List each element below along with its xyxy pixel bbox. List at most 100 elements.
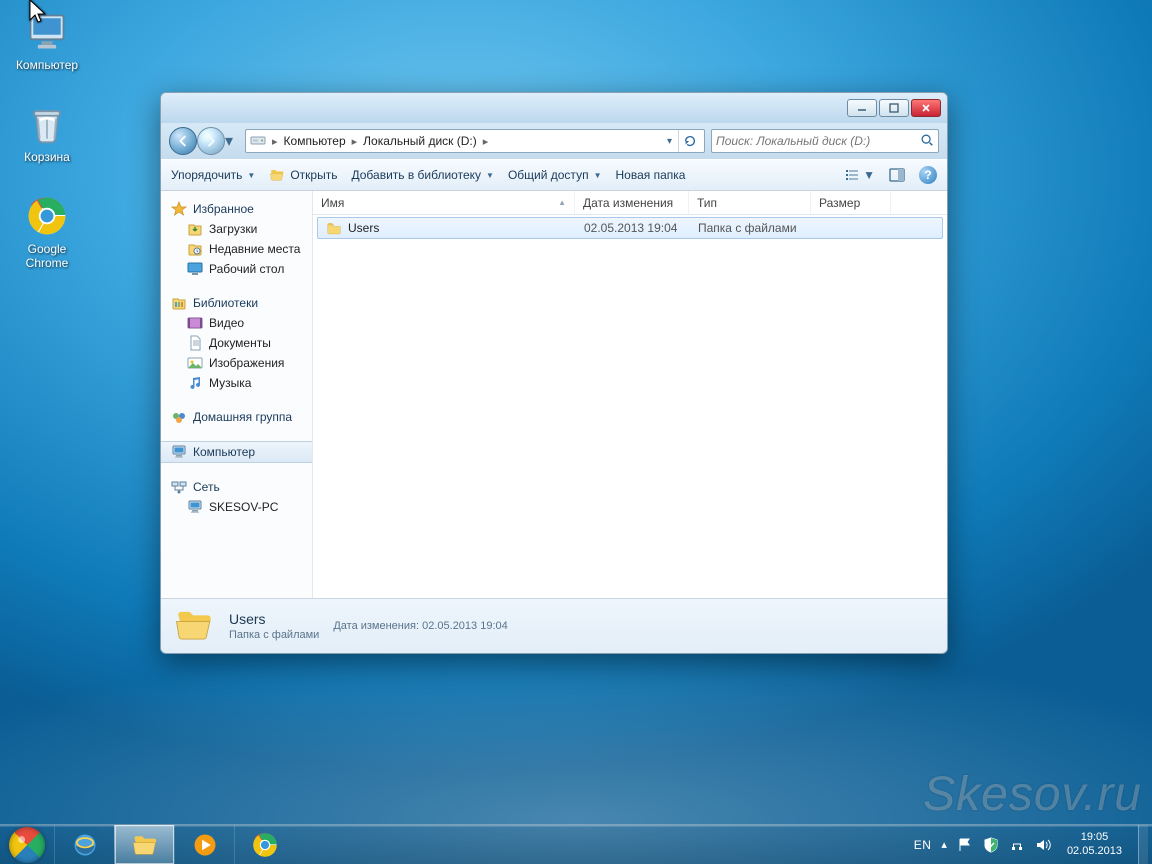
drive-icon — [250, 132, 266, 151]
folder-icon — [173, 604, 215, 649]
sidebar-item-videos[interactable]: Видео — [161, 313, 312, 333]
taskbar-pin-media-player[interactable] — [174, 825, 234, 864]
tray-hidden-icons[interactable]: ▴ — [941, 838, 947, 851]
sidebar-item-pictures[interactable]: Изображения — [161, 353, 312, 373]
folder-open-icon — [269, 167, 285, 183]
documents-icon — [187, 335, 203, 351]
forward-button[interactable] — [197, 127, 225, 155]
computer-icon — [171, 444, 187, 460]
address-dropdown[interactable]: ▾ — [667, 136, 672, 147]
monitor-icon — [23, 8, 71, 56]
organize-button[interactable]: Упорядочить▼ — [171, 168, 255, 182]
taskbar-item-explorer[interactable] — [114, 825, 174, 864]
breadcrumb-computer[interactable]: Компьютер — [284, 134, 346, 148]
breadcrumb-chevron-icon: ▸ — [483, 135, 489, 148]
network-tray-icon[interactable] — [1009, 837, 1025, 853]
details-date-label: Дата изменения: — [333, 620, 419, 632]
file-list: Имя▲ Дата изменения Тип Размер Users 02.… — [313, 191, 947, 598]
column-headers: Имя▲ Дата изменения Тип Размер — [313, 191, 947, 215]
music-icon — [187, 375, 203, 391]
libraries-icon — [171, 295, 187, 311]
address-bar[interactable]: ▸ Компьютер ▸ Локальный диск (D:) ▸ ▾ — [245, 129, 705, 153]
search-input[interactable] — [716, 134, 920, 148]
new-folder-button[interactable]: Новая папка — [615, 168, 685, 182]
taskbar-pin-chrome[interactable] — [234, 825, 294, 864]
security-icon[interactable] — [983, 837, 999, 853]
media-player-icon — [191, 831, 219, 859]
navigation-row: ▾ ▸ Компьютер ▸ Локальный диск (D:) ▸ ▾ — [161, 123, 947, 159]
sidebar-item-desktop[interactable]: Рабочий стол — [161, 259, 312, 279]
explorer-window: ▾ ▸ Компьютер ▸ Локальный диск (D:) ▸ ▾ … — [160, 92, 948, 654]
desktop-recycle-label: Корзина — [8, 150, 86, 164]
language-indicator[interactable]: EN — [914, 838, 932, 852]
navigation-pane: Избранное Загрузки Недавние места Рабочи… — [161, 191, 313, 598]
column-name[interactable]: Имя▲ — [313, 191, 575, 214]
sidebar-item-music[interactable]: Музыка — [161, 373, 312, 393]
open-button[interactable]: Открыть — [269, 167, 337, 183]
window-titlebar[interactable] — [161, 93, 947, 123]
sidebar-item-pc[interactable]: SKESOV-PC — [161, 497, 312, 517]
ie-icon — [71, 831, 99, 859]
share-button[interactable]: Общий доступ▼ — [508, 168, 602, 182]
breadcrumb-chevron-icon: ▸ — [272, 135, 278, 148]
star-icon — [171, 201, 187, 217]
file-row-users[interactable]: Users 02.05.2013 19:04 Папка с файлами — [317, 217, 943, 239]
details-type: Папка с файлами — [229, 629, 319, 641]
system-tray: EN ▴ 19:05 02.05.2013 — [910, 825, 1152, 864]
sidebar-item-documents[interactable]: Документы — [161, 333, 312, 353]
column-size[interactable]: Размер — [811, 191, 891, 214]
taskbar-pin-ie[interactable] — [54, 825, 114, 864]
close-button[interactable] — [911, 99, 941, 117]
details-date-value: 02.05.2013 19:04 — [422, 620, 508, 632]
add-to-library-button[interactable]: Добавить в библиотеку▼ — [351, 168, 493, 182]
desktop-computer-label: Компьютер — [8, 58, 86, 72]
maximize-button[interactable] — [879, 99, 909, 117]
preview-pane-button[interactable] — [889, 167, 905, 183]
history-dropdown[interactable]: ▾ — [225, 129, 239, 153]
windows-logo-icon — [9, 827, 45, 863]
sidebar-item-downloads[interactable]: Загрузки — [161, 219, 312, 239]
sidebar-group-network[interactable]: Сеть — [161, 477, 312, 497]
refresh-button[interactable] — [678, 130, 700, 152]
explorer-icon — [131, 831, 159, 859]
tray-date: 02.05.2013 — [1067, 845, 1122, 858]
watermark: Skesov.ru — [923, 767, 1142, 822]
pictures-icon — [187, 355, 203, 371]
file-type: Папка с файлами — [698, 221, 797, 235]
show-desktop-button[interactable] — [1138, 825, 1148, 864]
chrome-icon — [23, 192, 71, 240]
sidebar-group-favorites[interactable]: Избранное — [161, 199, 312, 219]
sidebar-item-recent-places[interactable]: Недавние места — [161, 239, 312, 259]
minimize-button[interactable] — [847, 99, 877, 117]
details-pane: Users Папка с файлами Дата изменения: 02… — [161, 598, 947, 653]
sidebar-group-homegroup[interactable]: Домашняя группа — [161, 407, 312, 427]
computer-icon — [187, 499, 203, 515]
back-button[interactable] — [169, 127, 197, 155]
sidebar-group-computer[interactable]: Компьютер — [161, 441, 312, 463]
start-button[interactable] — [0, 825, 54, 864]
desktop-chrome-label2: Chrome — [8, 256, 86, 270]
column-date[interactable]: Дата изменения — [575, 191, 689, 214]
search-box[interactable] — [711, 129, 939, 153]
details-name: Users — [229, 611, 319, 627]
search-icon — [920, 133, 934, 150]
downloads-icon — [187, 221, 203, 237]
desktop-icon-recycle-bin[interactable]: Корзина — [8, 100, 86, 164]
chrome-icon — [251, 831, 279, 859]
desktop-icon-chrome[interactable]: Google Chrome — [8, 192, 86, 270]
tray-time: 19:05 — [1067, 831, 1122, 844]
desktop-icon-computer[interactable]: Компьютер — [8, 8, 86, 72]
action-center-icon[interactable] — [957, 837, 973, 853]
folder-icon — [326, 220, 342, 236]
tray-clock[interactable]: 19:05 02.05.2013 — [1061, 831, 1128, 857]
view-options-button[interactable]: ▼ — [844, 167, 875, 183]
column-type[interactable]: Тип — [689, 191, 811, 214]
homegroup-icon — [171, 409, 187, 425]
help-button[interactable]: ? — [919, 166, 937, 184]
breadcrumb-chevron-icon: ▸ — [352, 135, 358, 148]
sidebar-group-libraries[interactable]: Библиотеки — [161, 293, 312, 313]
file-name: Users — [348, 221, 379, 235]
breadcrumb-drive[interactable]: Локальный диск (D:) — [363, 134, 477, 148]
volume-icon[interactable] — [1035, 837, 1051, 853]
desktop-icon — [187, 261, 203, 277]
